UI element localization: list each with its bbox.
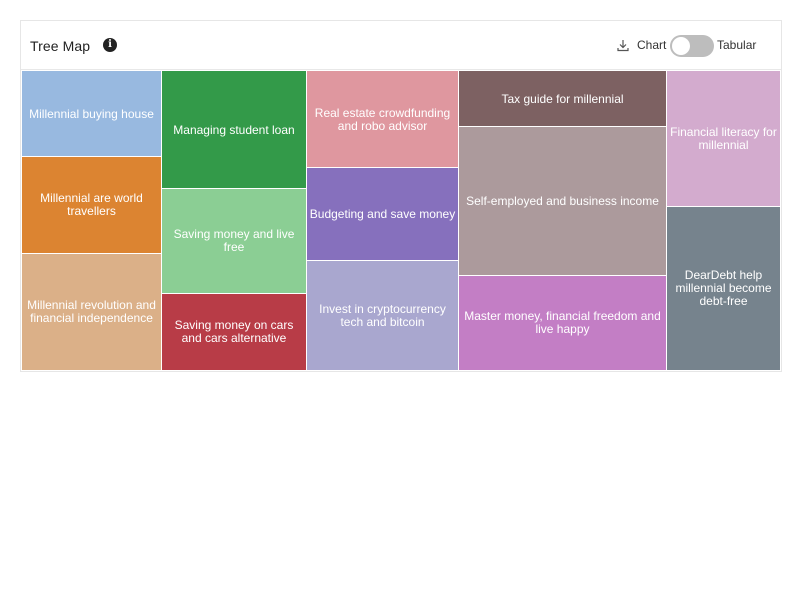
treemap-tile[interactable]: Tax guide for millennial (458, 70, 667, 128)
treemap-tile-label: Real estate crowdfunding and robo adviso… (314, 105, 451, 133)
treemap-tile-label: Invest in cryptocurrency tech and bitcoi… (319, 301, 446, 329)
treemap-area: Millennial buying house Millennial are wo… (21, 70, 781, 371)
treemap-tile[interactable]: Master money, financial freedom and live… (458, 275, 667, 371)
tabular-view-label[interactable]: Tabular (717, 38, 756, 52)
treemap-tile[interactable]: Self-employed and business income (458, 126, 667, 276)
treemap-tile-label: Master money, financial freedom and live… (464, 309, 661, 336)
treemap-tile[interactable]: Saving money and live free (161, 188, 307, 294)
treemap-tile-label: Saving money and live free (173, 227, 295, 254)
treemap-tile[interactable]: Saving money on cars and cars alternativ… (161, 293, 307, 371)
toggle-knob (672, 37, 690, 55)
treemap-tile-label: Financial literacy for millennial (670, 125, 777, 152)
treemap-tile[interactable]: Budgeting and save money (306, 167, 459, 261)
treemap-tile[interactable]: Millennial are world travellers (21, 156, 162, 254)
chart-title: Tree Map (30, 38, 91, 54)
treemap-tile[interactable]: Financial literacy for millennial (666, 70, 781, 208)
treemap-tile-label: Tax guide for millennial (501, 91, 624, 106)
treemap-tile-label: Managing student loan (173, 122, 295, 137)
treemap-tile-label: Budgeting and save money (309, 206, 456, 221)
treemap-tile[interactable]: DearDebt help millennial become debt-fre… (666, 206, 781, 371)
treemap-tile[interactable]: Millennial revolution and financial inde… (21, 253, 162, 371)
treemap-tile-label: Millennial buying house (29, 106, 154, 121)
tree-map-card: Tree Map i Chart Tabular Millennial buyi… (20, 20, 782, 372)
treemap-tile[interactable]: Millennial buying house (21, 70, 162, 158)
chart-tabular-toggle[interactable] (670, 35, 714, 57)
treemap-tile-label: Millennial revolution and financial inde… (27, 298, 156, 325)
treemap-tile-label: DearDebt help millennial become debt-fre… (675, 268, 772, 308)
treemap-tile-label: Saving money on cars and cars alternativ… (174, 318, 294, 345)
chart-view-label[interactable]: Chart (637, 38, 666, 52)
treemap-tile[interactable]: Invest in cryptocurrency tech and bitcoi… (306, 260, 459, 371)
treemap-tile[interactable]: Managing student loan (161, 70, 307, 190)
treemap-tile-label: Self-employed and business income (466, 193, 659, 208)
treemap-tile[interactable]: Real estate crowdfunding and robo adviso… (306, 70, 459, 169)
download-icon[interactable] (616, 38, 630, 52)
card-header: Tree Map i Chart Tabular (21, 21, 781, 70)
treemap-tile-label: Millennial are world travellers (40, 191, 143, 218)
info-icon[interactable]: i (103, 38, 117, 52)
